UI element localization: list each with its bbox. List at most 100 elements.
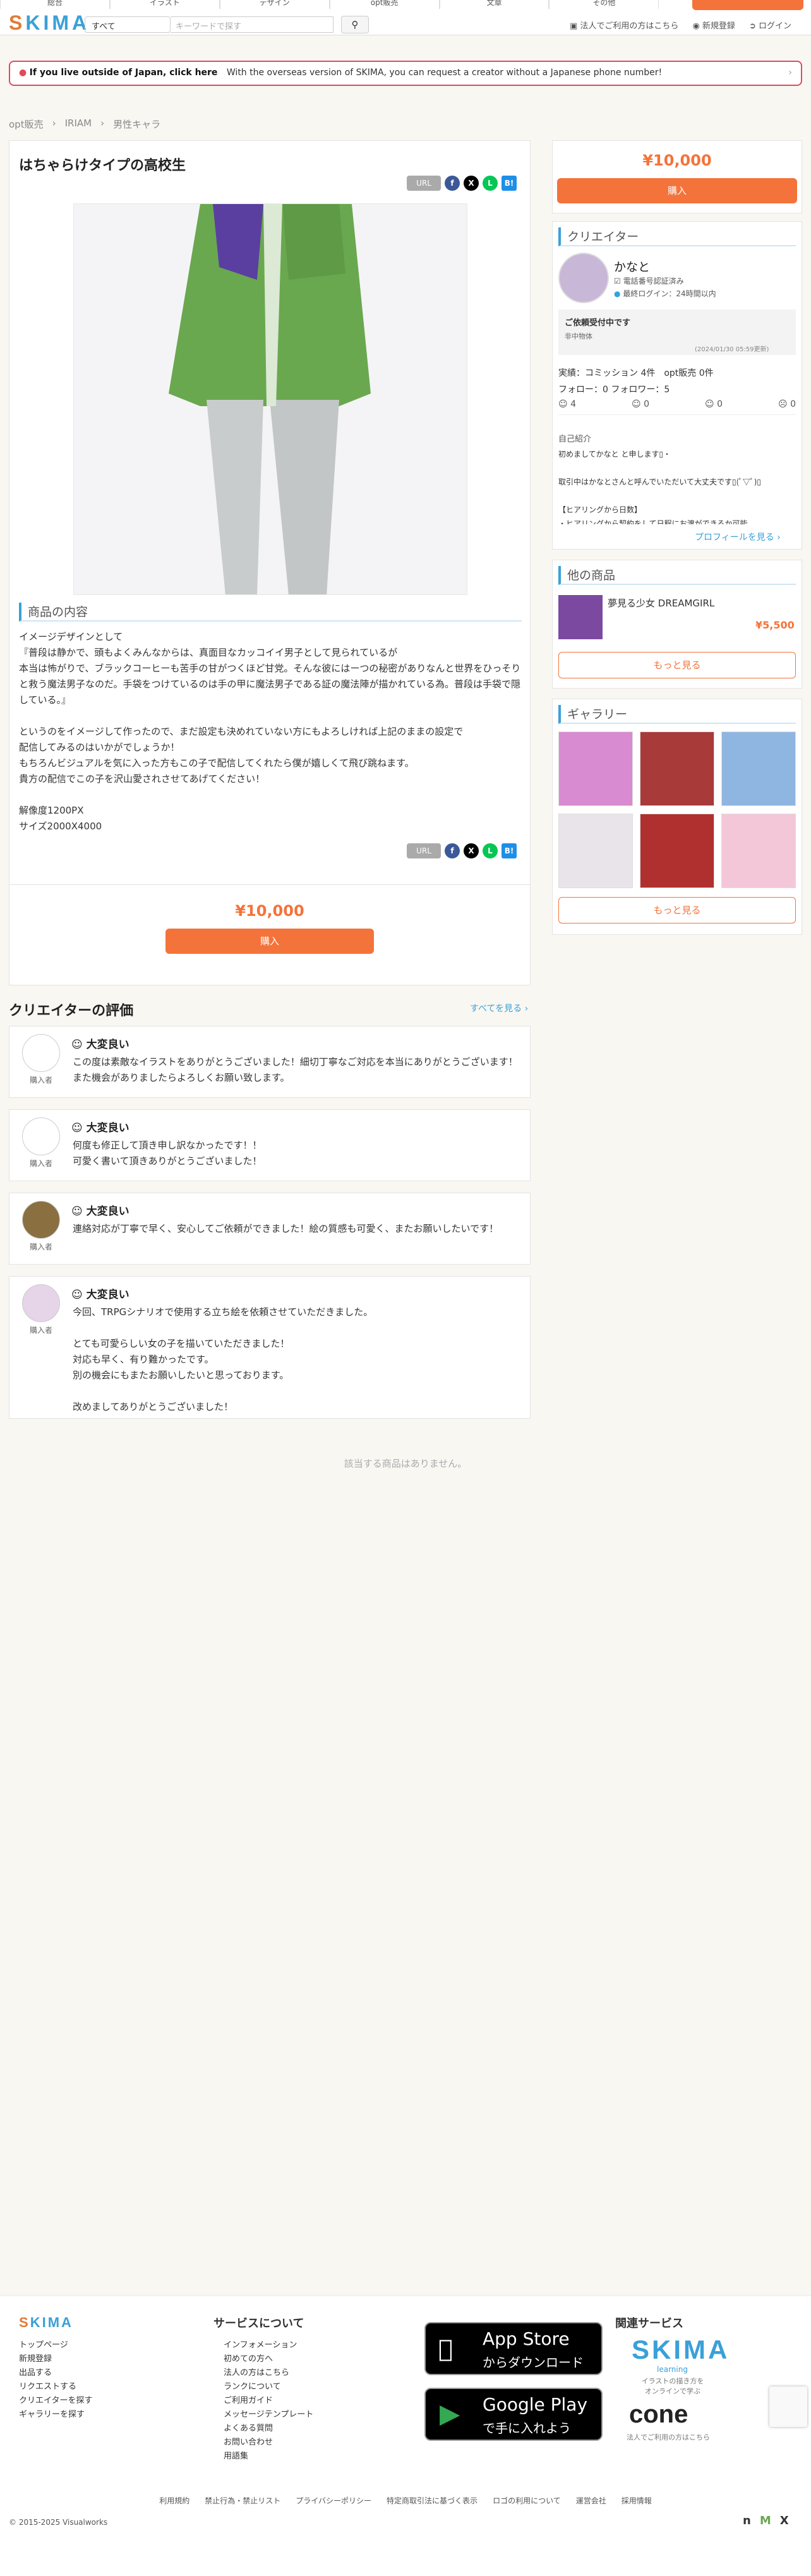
nav-item[interactable]: デザイン <box>219 0 330 9</box>
facebook-icon[interactable]: f <box>445 843 460 858</box>
footer-link[interactable]: お問い合わせ <box>224 2436 313 2450</box>
review-level: ☺ 大変良い <box>71 1205 129 1218</box>
footer-link[interactable]: ランクについて <box>224 2380 313 2394</box>
notice-bold[interactable]: If you live outside of Japan, click here <box>30 68 218 78</box>
footer-bottom-link[interactable]: 利用規約 <box>159 2495 189 2506</box>
review-level: ☺ 大変良い <box>71 1038 129 1051</box>
footer-link[interactable]: ご利用ガイド <box>224 2394 313 2408</box>
footer-link[interactable]: リクエストする <box>19 2380 92 2394</box>
footer-link[interactable]: トップページ <box>19 2338 92 2352</box>
search-button[interactable]: ⚲ <box>341 16 369 33</box>
smile-icon: ☺ <box>71 1205 83 1218</box>
footer-logo[interactable]: SKIMA <box>19 2314 73 2331</box>
rating-neutral: ☺ 0 <box>705 399 723 409</box>
creator-name[interactable]: かなと <box>614 258 650 275</box>
product-title: はちゃらけタイプの高校生 <box>19 158 186 174</box>
other-product-thumb[interactable] <box>558 595 603 639</box>
google-play-button[interactable]: ▶ Google Play で手に入れよう <box>424 2388 603 2441</box>
app-store-button[interactable]:  App Store からダウンロード <box>424 2322 603 2375</box>
footer-link[interactable]: 法人の方はこちら <box>224 2366 313 2380</box>
apple-icon:  <box>438 2335 453 2362</box>
footer-bottom-link[interactable]: プライバシーポリシー <box>296 2495 371 2506</box>
nav-item[interactable]: opt販売 <box>329 0 440 9</box>
review-level: ☺ 大変良い <box>71 1122 129 1135</box>
other-product-name[interactable]: 夢見る少女 DREAMGIRL <box>608 596 714 610</box>
last-login: ● 最終ログイン：24時間以内 <box>614 289 716 298</box>
corporate-link[interactable]: ▣ 法人でご利用の方はこちら <box>570 19 678 31</box>
empty-products-message: 該当する商品はありません。 <box>344 1458 467 1469</box>
nav-item[interactable]: その他 <box>549 0 659 9</box>
review-text: 今回、TRPGシナリオで使用する立ち絵を依頼させていただきました。 とても可愛ら… <box>73 1306 373 1412</box>
footer-link[interactable]: 用語集 <box>224 2450 313 2464</box>
nav-item[interactable]: イラスト <box>109 0 220 9</box>
search-input[interactable]: キーワードで探す <box>171 16 333 33</box>
breadcrumb: opt販売 › IRIAM › 男性キャラ <box>9 117 161 131</box>
x-icon[interactable]: X <box>464 176 479 191</box>
skima-learning-logo[interactable]: SKIMA <box>632 2335 730 2365</box>
social-links: n M X <box>743 2514 789 2527</box>
footer-link[interactable]: 新規登録 <box>19 2352 92 2366</box>
note-icon[interactable]: n <box>743 2514 751 2527</box>
footer-bottom-link[interactable]: 特定商取引法に基づく表示 <box>387 2495 478 2506</box>
nav-item[interactable]: 文章 <box>439 0 550 9</box>
footer-bottom-link[interactable]: ロゴの利用について <box>493 2495 561 2506</box>
breadcrumb-item[interactable]: 男性キャラ <box>113 117 160 131</box>
breadcrumb-item[interactable]: IRIAM <box>65 117 92 131</box>
reviewer-avatar <box>22 1117 60 1155</box>
footer-bottom-link[interactable]: 運営会社 <box>576 2495 606 2506</box>
app-store-label: App Store <box>483 2328 570 2349</box>
gallery-thumb[interactable] <box>721 731 796 806</box>
sidebar-buy-button[interactable]: 購入 <box>557 178 797 203</box>
product-image[interactable] <box>73 203 467 595</box>
hatena-icon[interactable]: B! <box>502 843 517 858</box>
creator-avatar[interactable] <box>558 253 609 303</box>
overseas-notice[interactable]: ● If you live outside of Japan, click he… <box>9 61 802 86</box>
top-cta-button[interactable] <box>692 0 803 10</box>
copy-url-button[interactable]: URL <box>407 176 441 191</box>
intro-title: 自己紹介 <box>558 435 592 444</box>
x-icon[interactable]: X <box>464 843 479 858</box>
footer-link[interactable]: 初めての方へ <box>224 2352 313 2366</box>
copy-url-button[interactable]: URL <box>407 843 441 858</box>
reviewer-role: 購入者 <box>29 1159 52 1168</box>
gallery-thumb[interactable] <box>721 814 796 888</box>
gallery-thumb[interactable] <box>640 731 714 806</box>
hatena-icon[interactable]: B! <box>502 176 517 191</box>
creator-section-title: クリエイター <box>558 227 796 246</box>
profile-link[interactable]: プロフィールを見る › <box>695 531 781 543</box>
misskey-icon[interactable]: M <box>760 2514 771 2527</box>
review-card: 購入者 ☺ 大変良い この度は素敵なイラストをありがとうございました！細切丁寧な… <box>9 1026 531 1098</box>
footer-bottom-link[interactable]: 禁止行為・禁止リスト <box>205 2495 280 2506</box>
review-level: ☺ 大変良い <box>71 1289 129 1301</box>
footer-link[interactable]: よくある質問 <box>224 2422 313 2436</box>
footer-link[interactable]: ギャラリーを探す <box>19 2408 92 2422</box>
more-gallery-button[interactable]: もっと見る <box>558 897 796 924</box>
gallery-thumb[interactable] <box>558 731 633 806</box>
see-all-reviews-link[interactable]: すべてを見る › <box>470 1002 528 1014</box>
other-products-title: 他の商品 <box>558 566 796 585</box>
nav-item[interactable]: 総合 <box>0 0 110 9</box>
recaptcha-badge[interactable] <box>769 2386 807 2427</box>
google-play-label: Google Play <box>483 2394 588 2415</box>
line-icon[interactable]: L <box>483 843 498 858</box>
footer-link[interactable]: メッセージテンプレート <box>224 2408 313 2422</box>
gallery-thumb[interactable] <box>640 814 714 888</box>
search-category-select[interactable]: すべて <box>85 16 171 33</box>
x-icon[interactable]: X <box>780 2514 789 2527</box>
cone-logo[interactable]: cone <box>629 2400 688 2429</box>
related-services-title: 関連サービス <box>615 2317 683 2330</box>
footer-link[interactable]: インフォメーション <box>224 2338 313 2352</box>
site-logo[interactable]: SKIMA <box>9 11 90 35</box>
buy-button[interactable]: 購入 <box>165 929 374 954</box>
facebook-icon[interactable]: f <box>445 176 460 191</box>
check-icon: ☑ <box>614 277 621 286</box>
line-icon[interactable]: L <box>483 176 498 191</box>
breadcrumb-item[interactable]: opt販売 <box>9 117 44 131</box>
footer-bottom-link[interactable]: 採用情報 <box>622 2495 652 2506</box>
login-link[interactable]: ➲ ログイン <box>749 19 791 31</box>
more-products-button[interactable]: もっと見る <box>558 652 796 678</box>
gallery-thumb[interactable] <box>558 814 633 888</box>
signup-link[interactable]: ◉ 新規登録 <box>692 19 735 31</box>
footer-link[interactable]: 出品する <box>19 2366 92 2380</box>
footer-link[interactable]: クリエイターを探す <box>19 2394 92 2408</box>
